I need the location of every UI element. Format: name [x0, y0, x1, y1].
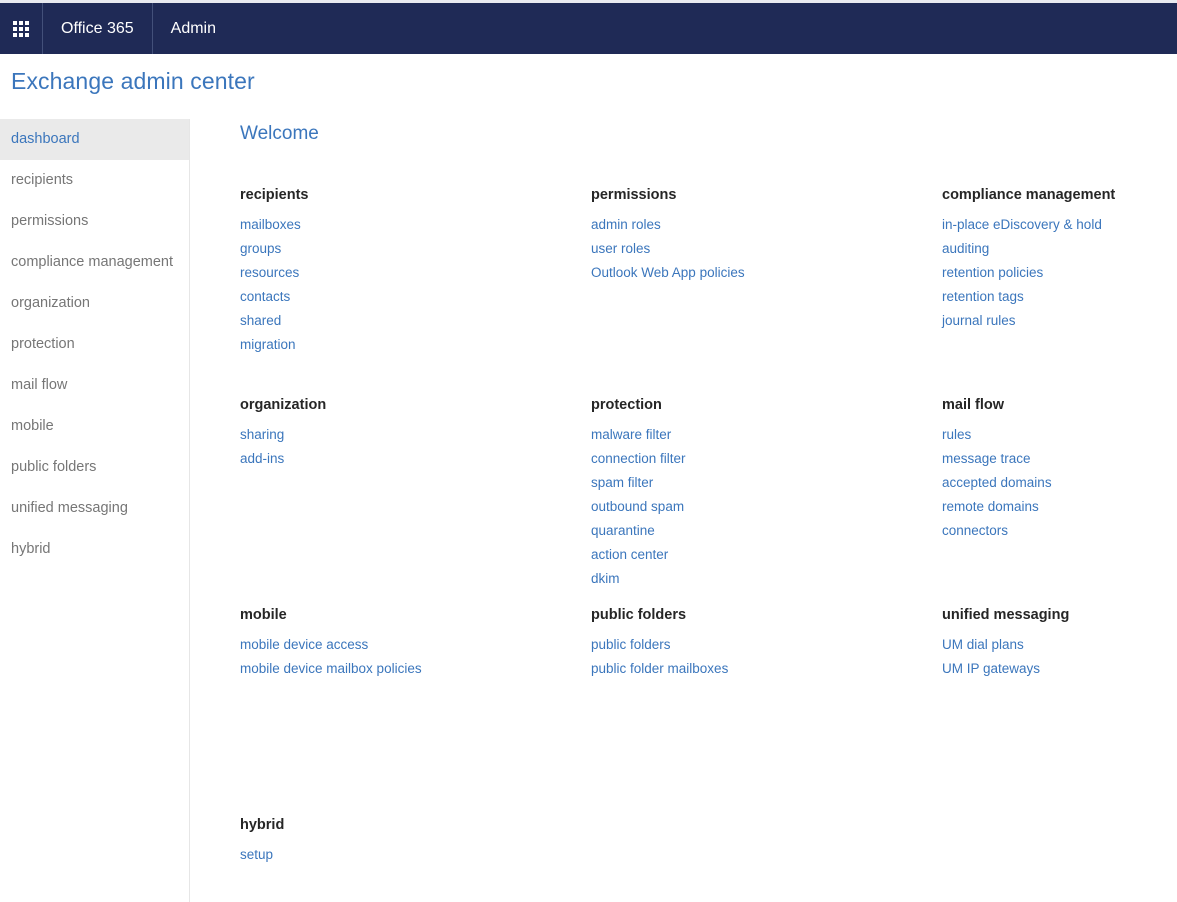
- link-dkim[interactable]: dkim: [591, 567, 620, 591]
- group-permissions: permissions admin roles user roles Outlo…: [591, 187, 942, 397]
- link-outlook-web-app-policies[interactable]: Outlook Web App policies: [591, 261, 745, 285]
- office-suite-bar: Office 365 Admin: [0, 3, 1177, 54]
- group-link-list: mailboxes groups resources contacts shar…: [240, 213, 591, 357]
- link-in-place-ediscovery-hold[interactable]: in-place eDiscovery & hold: [942, 213, 1102, 237]
- link-admin-roles[interactable]: admin roles: [591, 213, 661, 237]
- link-groups[interactable]: groups: [240, 237, 281, 261]
- group-link-list: admin roles user roles Outlook Web App p…: [591, 213, 942, 285]
- group-link-list: public folders public folder mailboxes: [591, 633, 942, 681]
- group-hybrid-spacer-1: [591, 817, 942, 867]
- app-launcher-button[interactable]: [0, 3, 42, 54]
- group-title: unified messaging: [942, 607, 1070, 623]
- link-user-roles[interactable]: user roles: [591, 237, 650, 261]
- group-title: compliance management: [942, 187, 1116, 203]
- link-spam-filter[interactable]: spam filter: [591, 471, 653, 495]
- welcome-heading: Welcome: [240, 123, 319, 144]
- link-setup[interactable]: setup: [240, 843, 273, 867]
- group-mail-flow: mail flow rules message trace accepted d…: [942, 397, 1177, 607]
- group-hybrid-spacer-2: [942, 817, 1177, 867]
- link-migration[interactable]: migration: [240, 333, 296, 357]
- group-title: permissions: [591, 187, 677, 203]
- office-365-brand-link[interactable]: Office 365: [43, 3, 152, 54]
- page-title: Exchange admin center: [11, 68, 255, 94]
- link-journal-rules[interactable]: journal rules: [942, 309, 1016, 333]
- link-auditing[interactable]: auditing: [942, 237, 989, 261]
- group-hybrid: hybrid setup: [240, 817, 591, 867]
- link-rules[interactable]: rules: [942, 423, 971, 447]
- group-link-list: rules message trace accepted domains rem…: [942, 423, 1177, 543]
- dashboard-row-2: organization sharing add-ins protection …: [240, 397, 1170, 607]
- link-outbound-spam[interactable]: outbound spam: [591, 495, 684, 519]
- link-connection-filter[interactable]: connection filter: [591, 447, 686, 471]
- link-retention-policies[interactable]: retention policies: [942, 261, 1043, 285]
- group-link-list: mobile device access mobile device mailb…: [240, 633, 591, 681]
- group-organization: organization sharing add-ins: [240, 397, 591, 607]
- dashboard-content: Welcome recipients mailboxes groups reso…: [190, 119, 1177, 902]
- group-compliance-management: compliance management in-place eDiscover…: [942, 187, 1177, 397]
- sidebar-item-mail-flow[interactable]: mail flow: [0, 365, 189, 406]
- sidebar-item-unified-messaging[interactable]: unified messaging: [0, 488, 189, 529]
- sidebar-item-protection[interactable]: protection: [0, 324, 189, 365]
- admin-app-link[interactable]: Admin: [153, 3, 234, 54]
- link-accepted-domains[interactable]: accepted domains: [942, 471, 1052, 495]
- group-title: recipients: [240, 187, 309, 203]
- link-public-folders[interactable]: public folders: [591, 633, 671, 657]
- sidebar-item-organization[interactable]: organization: [0, 283, 189, 324]
- group-unified-messaging: unified messaging UM dial plans UM IP ga…: [942, 607, 1177, 817]
- group-recipients: recipients mailboxes groups resources co…: [240, 187, 591, 397]
- link-message-trace[interactable]: message trace: [942, 447, 1031, 471]
- link-resources[interactable]: resources: [240, 261, 299, 285]
- link-mailboxes[interactable]: mailboxes: [240, 213, 301, 237]
- sidebar-item-dashboard[interactable]: dashboard: [0, 119, 189, 160]
- sidebar-item-permissions[interactable]: permissions: [0, 201, 189, 242]
- sidebar-item-mobile[interactable]: mobile: [0, 406, 189, 447]
- link-quarantine[interactable]: quarantine: [591, 519, 655, 543]
- group-title: hybrid: [240, 817, 285, 833]
- link-mobile-device-mailbox-policies[interactable]: mobile device mailbox policies: [240, 657, 422, 681]
- dashboard-row-4: hybrid setup: [240, 817, 1170, 867]
- group-title: organization: [240, 397, 327, 413]
- group-link-list: sharing add-ins: [240, 423, 591, 471]
- group-link-list: UM dial plans UM IP gateways: [942, 633, 1177, 681]
- group-mobile: mobile mobile device access mobile devic…: [240, 607, 591, 817]
- link-shared[interactable]: shared: [240, 309, 281, 333]
- group-link-list: setup: [240, 843, 591, 867]
- sidebar-item-public-folders[interactable]: public folders: [0, 447, 189, 488]
- group-title: mobile: [240, 607, 287, 623]
- link-remote-domains[interactable]: remote domains: [942, 495, 1039, 519]
- link-um-dial-plans[interactable]: UM dial plans: [942, 633, 1024, 657]
- sidebar-item-recipients[interactable]: recipients: [0, 160, 189, 201]
- left-navigation: dashboard recipients permissions complia…: [0, 119, 190, 902]
- group-title: protection: [591, 397, 662, 413]
- group-title: public folders: [591, 607, 687, 623]
- link-contacts[interactable]: contacts: [240, 285, 290, 309]
- link-sharing[interactable]: sharing: [240, 423, 284, 447]
- app-launcher-icon: [13, 20, 29, 37]
- link-add-ins[interactable]: add-ins: [240, 447, 284, 471]
- link-retention-tags[interactable]: retention tags: [942, 285, 1024, 309]
- sidebar-item-hybrid[interactable]: hybrid: [0, 529, 189, 570]
- link-malware-filter[interactable]: malware filter: [591, 423, 671, 447]
- group-public-folders: public folders public folders public fol…: [591, 607, 942, 817]
- dashboard-row-1: recipients mailboxes groups resources co…: [240, 187, 1170, 397]
- link-public-folder-mailboxes[interactable]: public folder mailboxes: [591, 657, 728, 681]
- group-title: mail flow: [942, 397, 1005, 413]
- group-link-list: malware filter connection filter spam fi…: [591, 423, 942, 591]
- dashboard-grid: recipients mailboxes groups resources co…: [240, 187, 1170, 867]
- sidebar-item-compliance-management[interactable]: compliance management: [0, 242, 189, 283]
- group-link-list: in-place eDiscovery & hold auditing rete…: [942, 213, 1177, 333]
- group-protection: protection malware filter connection fil…: [591, 397, 942, 607]
- link-um-ip-gateways[interactable]: UM IP gateways: [942, 657, 1040, 681]
- link-connectors[interactable]: connectors: [942, 519, 1008, 543]
- dashboard-row-3: mobile mobile device access mobile devic…: [240, 607, 1170, 817]
- link-mobile-device-access[interactable]: mobile device access: [240, 633, 368, 657]
- link-action-center[interactable]: action center: [591, 543, 668, 567]
